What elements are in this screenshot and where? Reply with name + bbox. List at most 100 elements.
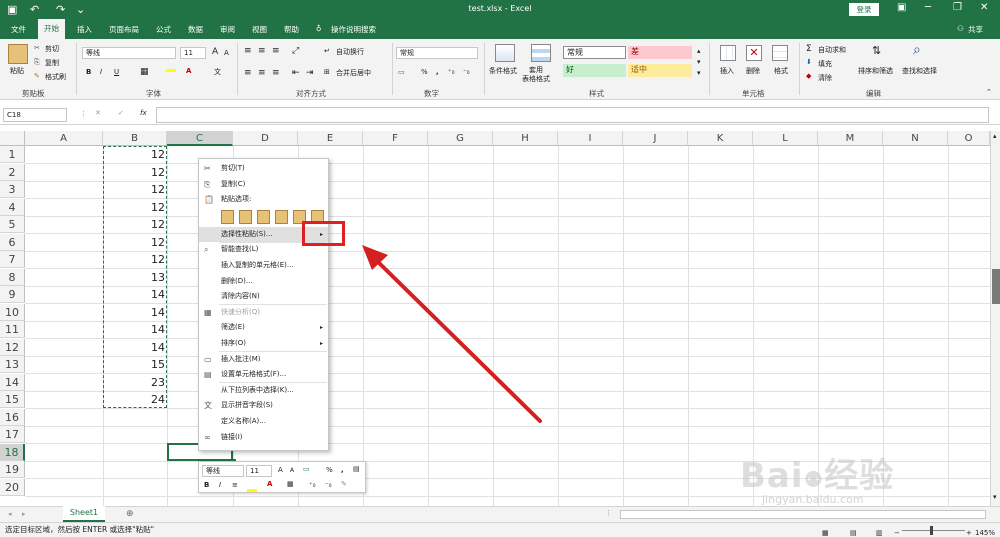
add-sheet-icon[interactable]: ⊕	[126, 509, 134, 519]
context-menu-item[interactable]: 定义名称(A)...	[199, 414, 328, 429]
row-header[interactable]: 5	[0, 216, 25, 233]
mini-decrease-decimal-icon[interactable]: ⁻₀	[325, 481, 332, 489]
align-bottom-icon[interactable]: ≡	[272, 46, 280, 56]
tab-insert[interactable]: 插入	[77, 24, 92, 35]
merge-center-button[interactable]: 合并后居中	[336, 68, 371, 78]
row-header[interactable]: 7	[0, 251, 25, 268]
mini-accounting-icon[interactable]: ▭	[303, 465, 310, 473]
row-header[interactable]: 6	[0, 233, 25, 251]
phonetic-guide-icon[interactable]: 文	[214, 67, 221, 77]
format-as-table-icon[interactable]	[531, 44, 551, 62]
row-header[interactable]: 14	[0, 373, 25, 391]
context-menu-item[interactable]: 排序(O) ▸	[199, 336, 328, 351]
conditional-format-icon[interactable]	[495, 44, 515, 62]
tab-file[interactable]: 文件	[11, 24, 26, 35]
insert-cells-icon[interactable]	[720, 45, 736, 61]
formula-input[interactable]	[156, 107, 989, 123]
styles-scroll-down-icon[interactable]: ▾	[697, 58, 701, 66]
mini-decrease-font-icon[interactable]: A	[290, 467, 294, 474]
tell-me-search[interactable]: 操作说明搜索	[331, 24, 376, 35]
align-right-icon[interactable]: ≡	[272, 68, 280, 78]
column-header[interactable]: J	[623, 131, 688, 146]
row-header[interactable]: 17	[0, 426, 25, 443]
column-header[interactable]: C	[167, 131, 233, 146]
italic-button[interactable]: I	[100, 68, 102, 76]
sheet-prev-icon[interactable]: ◂	[8, 510, 12, 518]
column-header[interactable]: A	[25, 131, 103, 146]
tab-review[interactable]: 审阅	[220, 24, 235, 35]
mini-clear-format-icon[interactable]: ✎	[341, 480, 347, 488]
font-color-icon[interactable]: A	[186, 67, 191, 75]
decrease-decimal-icon[interactable]: ⁻₀	[463, 68, 470, 76]
merge-icon[interactable]: ⊞	[324, 68, 330, 76]
scroll-down-icon[interactable]: ▾	[993, 493, 997, 501]
increase-indent-icon[interactable]: ⇥	[306, 68, 314, 78]
login-button[interactable]: 登录	[849, 3, 879, 16]
column-header[interactable]: I	[558, 131, 623, 146]
paste-option-icon[interactable]	[275, 209, 288, 224]
percent-button[interactable]: %	[421, 68, 428, 76]
align-left-icon[interactable]: ≡	[244, 68, 252, 78]
column-header[interactable]: E	[298, 131, 363, 146]
sheet-next-icon[interactable]: ▸	[22, 510, 26, 518]
mini-font-color-icon[interactable]: A	[267, 480, 272, 488]
align-center-icon[interactable]: ≡	[258, 68, 266, 78]
insert-function-button[interactable]: fx	[140, 109, 147, 117]
row-header[interactable]: 15	[0, 391, 25, 408]
autosum-button[interactable]: 自动求和	[818, 45, 846, 55]
tab-formulas[interactable]: 公式	[156, 24, 171, 35]
close-icon[interactable]: ✕	[980, 2, 988, 13]
cut-icon[interactable]: ✂	[34, 44, 40, 52]
context-menu-item[interactable]: 文显示拼音字段(S)	[199, 398, 328, 413]
restore-icon[interactable]: ❐	[953, 2, 962, 13]
mini-italic-button[interactable]: I	[219, 481, 221, 489]
collapse-ribbon-icon[interactable]: ⌃	[986, 88, 992, 96]
paste-option-icon[interactable]	[239, 209, 252, 224]
row-header[interactable]: 8	[0, 268, 25, 286]
mini-borders-icon[interactable]: ▦	[287, 480, 294, 488]
mini-font-select[interactable]: 等线	[202, 465, 244, 477]
wrap-text-icon[interactable]: ↵	[324, 47, 330, 55]
context-menu-item[interactable]: ∞ 链接(I)	[199, 430, 328, 445]
page-layout-view-icon[interactable]: ▤	[850, 526, 857, 537]
column-header[interactable]: D	[233, 131, 298, 146]
align-middle-icon[interactable]: ≡	[258, 46, 266, 56]
conditional-format-button[interactable]: 条件格式	[489, 66, 517, 76]
decrease-font-icon[interactable]: A	[224, 49, 229, 57]
tab-view[interactable]: 视图	[252, 24, 267, 35]
row-header[interactable]: 20	[0, 478, 25, 496]
tab-page-layout[interactable]: 页面布局	[109, 24, 139, 35]
clear-button[interactable]: 清除	[818, 73, 832, 83]
sort-filter-icon[interactable]: ⇅	[872, 44, 881, 57]
minimize-icon[interactable]: ─	[925, 2, 931, 13]
paste-option-icon[interactable]	[221, 209, 234, 224]
zoom-slider-thumb[interactable]	[930, 526, 933, 535]
borders-icon[interactable]: ▦	[140, 67, 149, 77]
row-header[interactable]: 2	[0, 163, 25, 181]
align-top-icon[interactable]: ≡	[244, 46, 252, 56]
row-header[interactable]: 18	[0, 443, 25, 461]
format-cells-icon[interactable]	[772, 45, 788, 61]
context-menu-item[interactable]: 从下拉列表中选择(K)...	[199, 383, 328, 398]
row-header[interactable]: 13	[0, 356, 25, 373]
context-menu-item[interactable]: 📋 粘贴选项:	[199, 192, 328, 207]
context-menu-item[interactable]: 插入复制的单元格(E)...	[199, 258, 328, 273]
enter-formula-icon[interactable]: ✓	[118, 109, 124, 117]
sheet-tab-sheet1[interactable]: Sheet1	[63, 506, 105, 522]
style-bad[interactable]: 差	[628, 46, 692, 59]
mini-align-center-icon[interactable]: ≡	[232, 481, 238, 489]
column-header[interactable]: O	[948, 131, 990, 146]
wrap-text-button[interactable]: 自动换行	[336, 47, 364, 57]
row-header[interactable]: 9	[0, 286, 25, 303]
mini-bold-button[interactable]: B	[204, 481, 209, 489]
page-break-view-icon[interactable]: ▥	[876, 526, 883, 537]
row-header[interactable]: 19	[0, 461, 25, 478]
orientation-icon[interactable]: ⤢	[292, 46, 299, 56]
increase-decimal-icon[interactable]: ⁺₀	[448, 68, 455, 76]
delete-button[interactable]: 删除	[746, 66, 760, 76]
column-header[interactable]: H	[493, 131, 558, 146]
cut-button[interactable]: 剪切	[45, 44, 59, 54]
copy-button[interactable]: 复制	[45, 58, 59, 68]
find-select-button[interactable]: 查找和选择	[902, 66, 937, 76]
mini-increase-font-icon[interactable]: A	[278, 466, 283, 474]
